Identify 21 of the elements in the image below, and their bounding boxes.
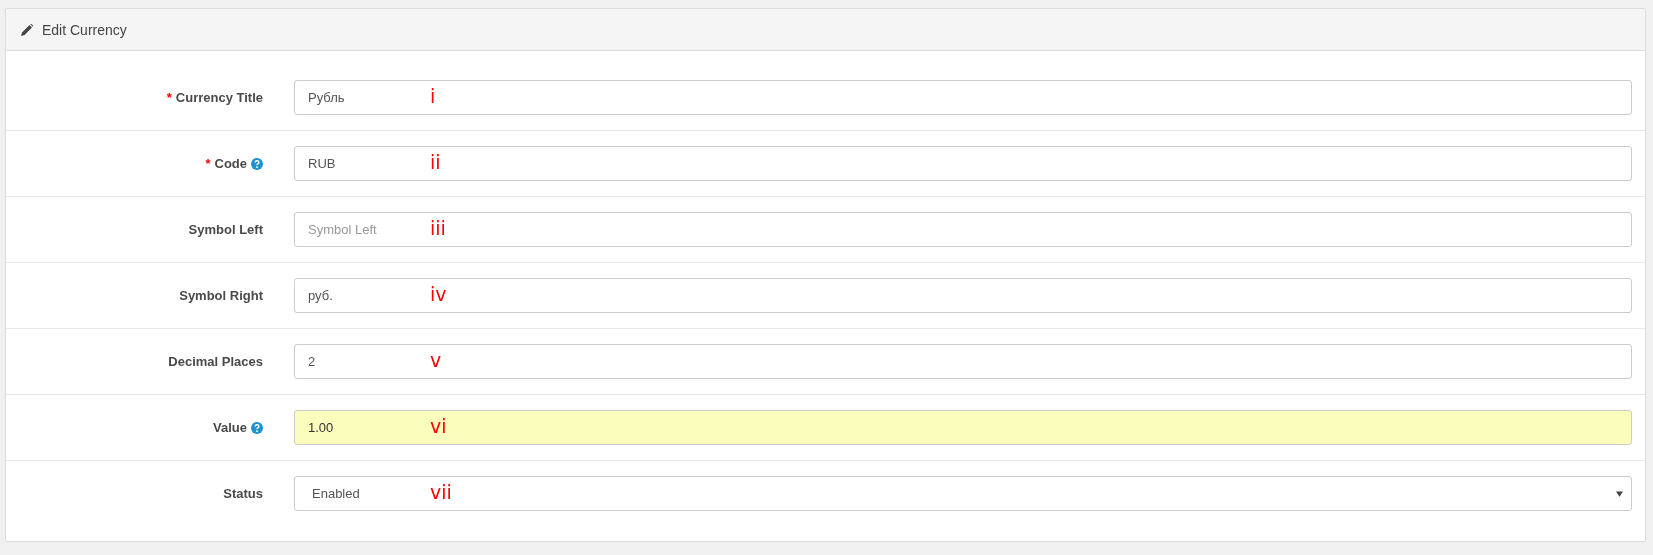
field-label: Symbol Left [188, 222, 263, 237]
field-label: Status [223, 486, 263, 501]
caret-icon [1616, 490, 1623, 497]
help-icon[interactable] [251, 157, 263, 170]
annotation-numeral: i [430, 85, 436, 107]
annotation-numeral: v [430, 349, 442, 371]
required-asterisk: * [166, 90, 172, 105]
annotation-numeral: vi [430, 415, 447, 437]
field-label: Value [213, 420, 247, 435]
field-label: Currency Title [175, 90, 263, 105]
field-label: Decimal Places [168, 354, 263, 369]
help-icon[interactable] [251, 421, 263, 434]
field-label: Code [214, 156, 247, 171]
annotation-numeral: iv [430, 283, 447, 305]
required-asterisk: * [205, 156, 211, 171]
annotation-numeral: iii [430, 217, 446, 239]
annotation-numeral: vii [430, 481, 452, 503]
panel-title: Edit Currency [42, 21, 127, 38]
pencil-icon [21, 23, 33, 36]
field-label: Symbol Right [179, 288, 263, 303]
annotation-numeral: ii [430, 151, 441, 173]
